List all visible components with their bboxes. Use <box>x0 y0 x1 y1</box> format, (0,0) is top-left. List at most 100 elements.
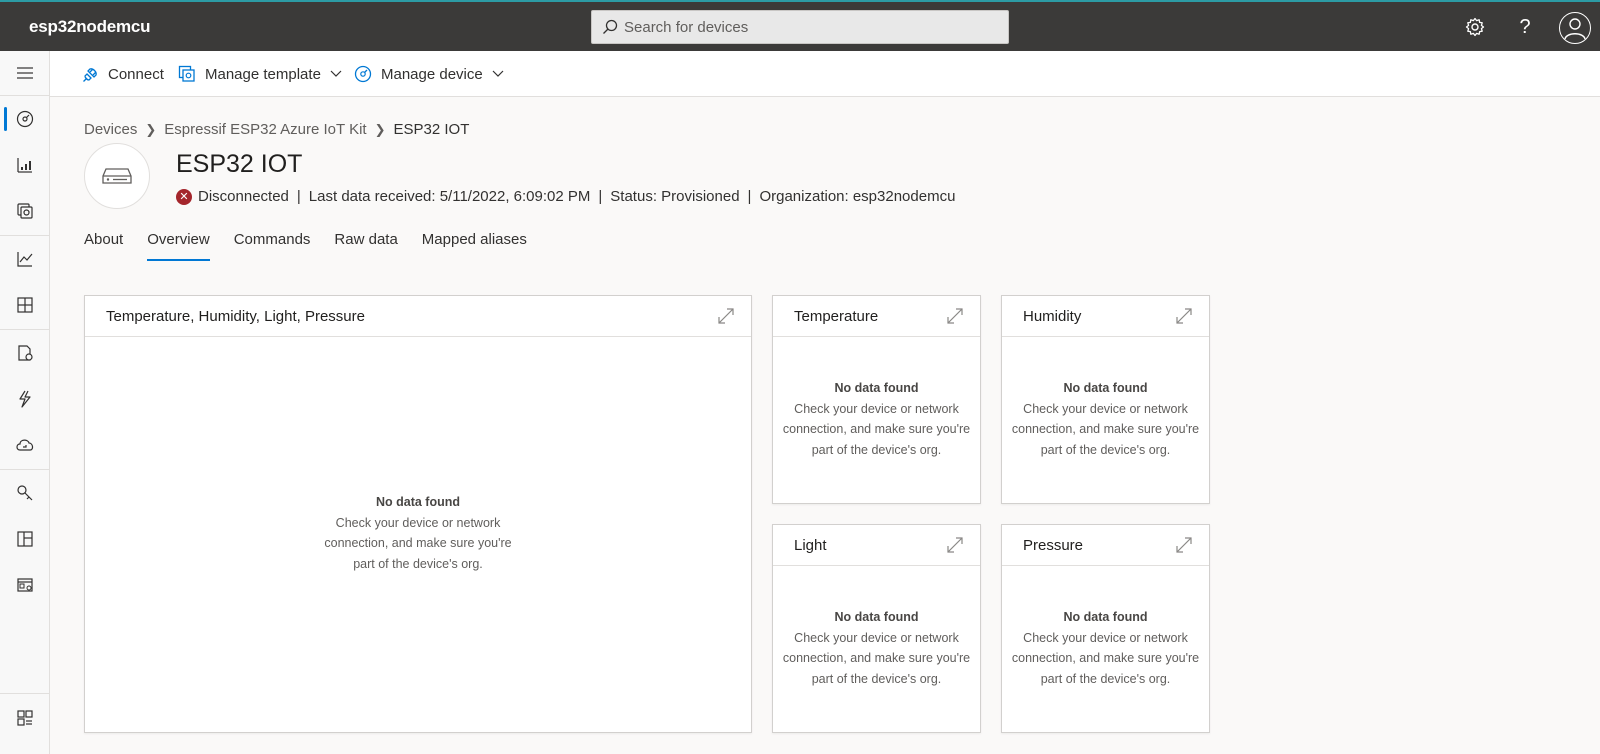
gear-icon <box>1465 17 1485 37</box>
rail-item-dashboards[interactable] <box>0 283 50 327</box>
last-data-received: Last data received: 5/11/2022, 6:09:02 P… <box>308 188 591 205</box>
tile-humidity: Humidity No data found Check your device… <box>1001 295 1210 504</box>
tab-overview[interactable]: Overview <box>147 231 210 261</box>
tile-header: Pressure <box>1002 525 1209 566</box>
dashboard-icon <box>16 110 34 128</box>
tile-header: Light <box>773 525 980 566</box>
empty-state: No data found Check your device or netwo… <box>773 378 980 460</box>
chevron-down-icon <box>330 70 342 77</box>
tab-commands[interactable]: Commands <box>234 231 311 261</box>
template-icon <box>178 65 195 82</box>
rules-icon <box>19 390 31 408</box>
expand-icon[interactable] <box>1175 307 1193 325</box>
tile-title: Temperature, Humidity, Light, Pressure <box>106 308 365 325</box>
device-tabs: About Overview Commands Raw data Mapped … <box>84 231 551 263</box>
tab-raw-data[interactable]: Raw data <box>334 231 397 261</box>
iot-central-home-icon <box>17 710 33 726</box>
left-nav-rail <box>0 51 50 754</box>
rail-menu-toggle[interactable] <box>0 51 50 95</box>
settings-button[interactable] <box>1462 14 1488 40</box>
tab-about[interactable]: About <box>84 231 123 261</box>
empty-message: Check your device or network connection,… <box>1011 630 1200 686</box>
rail-item-permissions[interactable] <box>0 471 50 515</box>
expand-icon[interactable] <box>946 307 964 325</box>
rail-item-app-settings[interactable] <box>0 517 50 561</box>
empty-title: No data found <box>834 610 919 624</box>
rail-divider <box>0 235 50 236</box>
breadcrumb-current: ESP32 IOT <box>393 121 470 138</box>
rail-item-customization[interactable] <box>0 563 50 607</box>
tile-title: Light <box>794 537 827 554</box>
empty-state: No data found Check your device or netwo… <box>773 607 980 689</box>
permissions-icon <box>17 485 33 501</box>
menu-icon <box>17 67 33 79</box>
command-bar: Connect Manage template Manage device <box>50 51 1600 97</box>
help-icon: ? <box>1519 15 1531 38</box>
chevron-down-icon <box>492 70 504 77</box>
user-avatar[interactable] <box>1559 12 1591 44</box>
chevron-right-icon: ❯ <box>145 121 157 137</box>
tile-combined-chart: Temperature, Humidity, Light, Pressure N… <box>84 295 752 733</box>
manage-device-label: Manage device <box>381 65 483 83</box>
empty-message: Check your device or network connection,… <box>1011 401 1200 457</box>
breadcrumb-devices[interactable]: Devices <box>84 121 137 138</box>
devices-icon <box>17 158 32 173</box>
separator: | <box>598 188 603 205</box>
empty-title: No data found <box>375 495 460 509</box>
rail-divider <box>0 469 50 470</box>
data-export-icon <box>16 439 34 451</box>
empty-message: Check your device or network connection,… <box>324 515 512 571</box>
device-avatar <box>84 143 150 209</box>
main-content: Devices ❯ Espressif ESP32 Azure IoT Kit … <box>50 97 1600 754</box>
expand-icon[interactable] <box>946 536 964 554</box>
connect-label: Connect <box>108 65 164 83</box>
tile-header: Temperature, Humidity, Light, Pressure <box>85 296 751 337</box>
rail-item-analytics[interactable] <box>0 237 50 281</box>
dashboards-icon <box>17 297 33 313</box>
device-manage-icon <box>354 65 372 83</box>
app-name[interactable]: esp32nodemcu <box>29 17 151 37</box>
device-groups-icon <box>17 203 33 219</box>
error-icon: ✕ <box>176 188 192 205</box>
rail-item-rules[interactable] <box>0 377 50 421</box>
search-box[interactable] <box>591 10 1009 44</box>
rail-item-dashboard[interactable] <box>0 97 50 141</box>
chevron-right-icon: ❯ <box>374 121 386 137</box>
breadcrumb: Devices ❯ Espressif ESP32 Azure IoT Kit … <box>84 121 469 138</box>
connect-button[interactable]: Connect <box>82 51 164 97</box>
rail-item-devices[interactable] <box>0 143 50 187</box>
tab-mapped-aliases[interactable]: Mapped aliases <box>422 231 527 261</box>
rail-item-device-templates[interactable] <box>0 331 50 375</box>
tile-title: Humidity <box>1023 308 1082 325</box>
empty-state: No data found Check your device or netwo… <box>1002 607 1209 689</box>
empty-title: No data found <box>1063 610 1148 624</box>
search-input[interactable] <box>624 11 994 43</box>
expand-icon[interactable] <box>1175 536 1193 554</box>
tile-temperature: Temperature No data found Check your dev… <box>772 295 981 504</box>
rail-item-device-groups[interactable] <box>0 189 50 233</box>
tile-pressure: Pressure No data found Check your device… <box>1001 524 1210 733</box>
rail-divider <box>0 693 50 694</box>
plug-icon <box>83 67 97 82</box>
separator: | <box>747 188 752 205</box>
tile-title: Temperature <box>794 308 879 325</box>
organization: Organization: esp32nodemcu <box>759 188 956 205</box>
rail-divider <box>0 95 50 96</box>
user-icon <box>1564 18 1586 40</box>
search-icon <box>603 19 618 34</box>
customization-icon <box>17 578 33 592</box>
empty-message: Check your device or network connection,… <box>782 630 971 686</box>
breadcrumb-template[interactable]: Espressif ESP32 Azure IoT Kit <box>164 121 366 138</box>
rail-item-iot-central-home[interactable] <box>0 696 50 740</box>
manage-template-button[interactable]: Manage template <box>178 51 342 97</box>
empty-message: Check your device or network connection,… <box>782 401 971 457</box>
top-header: esp32nodemcu ? <box>0 0 1600 51</box>
separator: | <box>296 188 301 205</box>
expand-icon[interactable] <box>717 307 735 325</box>
analytics-icon <box>17 252 33 267</box>
rail-item-data-export[interactable] <box>0 423 50 467</box>
empty-state: No data found Check your device or netwo… <box>1002 378 1209 460</box>
manage-template-label: Manage template <box>205 65 321 83</box>
manage-device-button[interactable]: Manage device <box>354 51 504 97</box>
help-button[interactable]: ? <box>1512 14 1538 40</box>
